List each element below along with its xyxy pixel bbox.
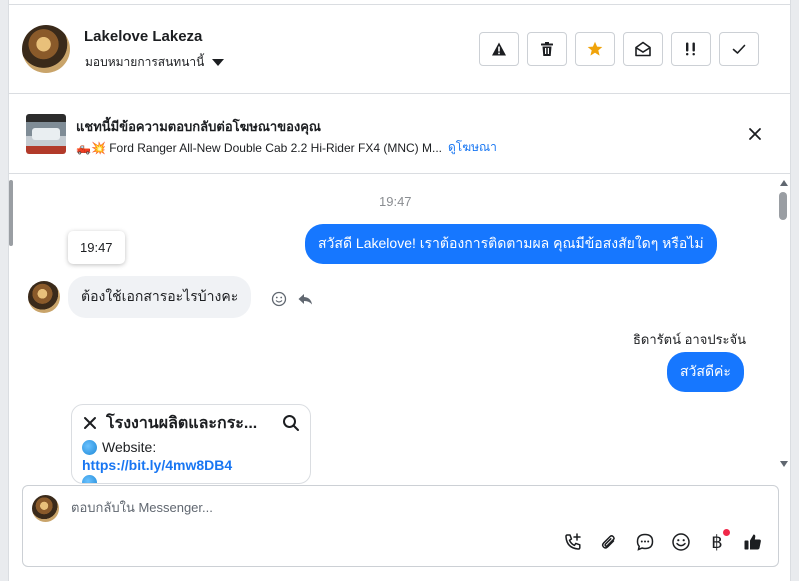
contact-avatar[interactable] — [22, 25, 70, 73]
outgoing-message[interactable]: สวัสดี Lakelove! เราต้องการติดตามผล คุณม… — [305, 224, 717, 264]
outgoing-message[interactable]: สวัสดีค่ะ — [667, 352, 744, 392]
card-next-line — [82, 475, 300, 483]
star-button[interactable] — [575, 32, 615, 66]
left-scrollbar[interactable] — [9, 180, 13, 246]
scroll-down-arrow-icon[interactable] — [780, 461, 788, 467]
chat-scrollbar-thumb[interactable] — [779, 192, 787, 220]
composer-tools: ฿ — [563, 529, 763, 553]
view-ad-link[interactable]: ดูโฆษณา — [448, 138, 497, 157]
notification-dot — [723, 529, 730, 536]
call-add-icon — [565, 533, 581, 550]
globe-icon — [82, 439, 97, 455]
attach-icon — [601, 535, 615, 549]
time-tooltip: 19:47 — [68, 231, 125, 264]
reply-icon[interactable] — [297, 291, 313, 307]
card-title: โรงงานผลิตและกระ... — [106, 414, 258, 432]
scroll-up-arrow-icon[interactable] — [780, 180, 788, 186]
payment-button[interactable]: ฿ — [707, 529, 730, 553]
shared-link-card[interactable]: โรงงานผลิตและกระ... Website: https://bit… — [71, 404, 311, 484]
mark-done-button[interactable] — [719, 32, 759, 66]
card-url-link[interactable]: https://bit.ly/4mw8DB4 — [82, 457, 300, 473]
assign-label: มอบหมายการสนทนานี้ — [85, 55, 205, 69]
ad-banner-title: แชทนี้มีข้อความตอบกลับต่อโฆษณาของคุณ — [76, 119, 321, 134]
card-website-label: Website: — [102, 439, 157, 455]
trash-icon — [541, 42, 553, 56]
search-icon[interactable] — [282, 414, 300, 432]
star-icon — [587, 41, 603, 56]
emoji-icon — [672, 533, 690, 551]
conversation-header: Lakelove Lakeza มอบหมายการสนทนานี้ — [9, 6, 790, 94]
incoming-message[interactable]: ต้องใช้เอกสารอะไรบ้างคะ — [68, 276, 252, 318]
top-divider — [9, 4, 790, 5]
reply-input[interactable] — [71, 500, 671, 515]
ad-banner-subtitle: 🛻💥 Ford Ranger All-New Double Cab 2.2 Hi… — [76, 138, 497, 157]
close-icon[interactable] — [746, 125, 764, 143]
mark-unread-button[interactable] — [623, 32, 663, 66]
close-icon[interactable] — [82, 415, 98, 431]
envelope-open-icon — [635, 41, 651, 57]
emoji-button[interactable] — [671, 532, 691, 552]
card-website-line: Website: — [82, 439, 300, 455]
ad-name: 🛻💥 Ford Ranger All-New Double Cab 2.2 Hi… — [76, 140, 442, 155]
message-composer: ฿ — [22, 485, 779, 567]
contact-name[interactable]: Lakelove Lakeza — [84, 28, 202, 45]
caret-down-icon — [212, 59, 225, 66]
contact-avatar-small[interactable] — [28, 281, 60, 313]
message-actions — [271, 291, 313, 307]
header-actions — [479, 32, 759, 66]
thumbs-up-button[interactable] — [743, 532, 763, 552]
priority-icon — [686, 42, 695, 56]
react-emoji-icon[interactable] — [271, 291, 287, 307]
call-add-button[interactable] — [563, 532, 583, 552]
ad-reply-banner: แชทนี้มีข้อความตอบกลับต่อโฆษณาของคุณ 🛻💥 … — [9, 94, 790, 174]
page-avatar — [32, 495, 59, 522]
globe-icon — [82, 475, 97, 483]
warning-icon — [492, 42, 506, 56]
messenger-panel: Lakelove Lakeza มอบหมายการสนทนานี้ แชทนี… — [8, 0, 791, 581]
thumbs-up-icon — [744, 534, 761, 550]
message-timestamp: 19:47 — [379, 194, 412, 209]
attach-button[interactable] — [599, 532, 619, 552]
follow-up-button[interactable] — [671, 32, 711, 66]
assign-conversation-dropdown[interactable]: มอบหมายการสนทนานี้ — [85, 53, 225, 72]
saved-reply-button[interactable] — [635, 532, 655, 552]
delete-button[interactable] — [527, 32, 567, 66]
payment-icon: ฿ — [711, 531, 723, 553]
saved-reply-icon — [636, 533, 654, 551]
card-header: โรงงานผลิตและกระ... — [82, 409, 300, 437]
mark-spam-button[interactable] — [479, 32, 519, 66]
check-icon — [732, 44, 746, 54]
ad-thumbnail[interactable] — [26, 114, 66, 154]
sender-name: ธิดารัตน์ อาจประจัน — [633, 332, 747, 347]
